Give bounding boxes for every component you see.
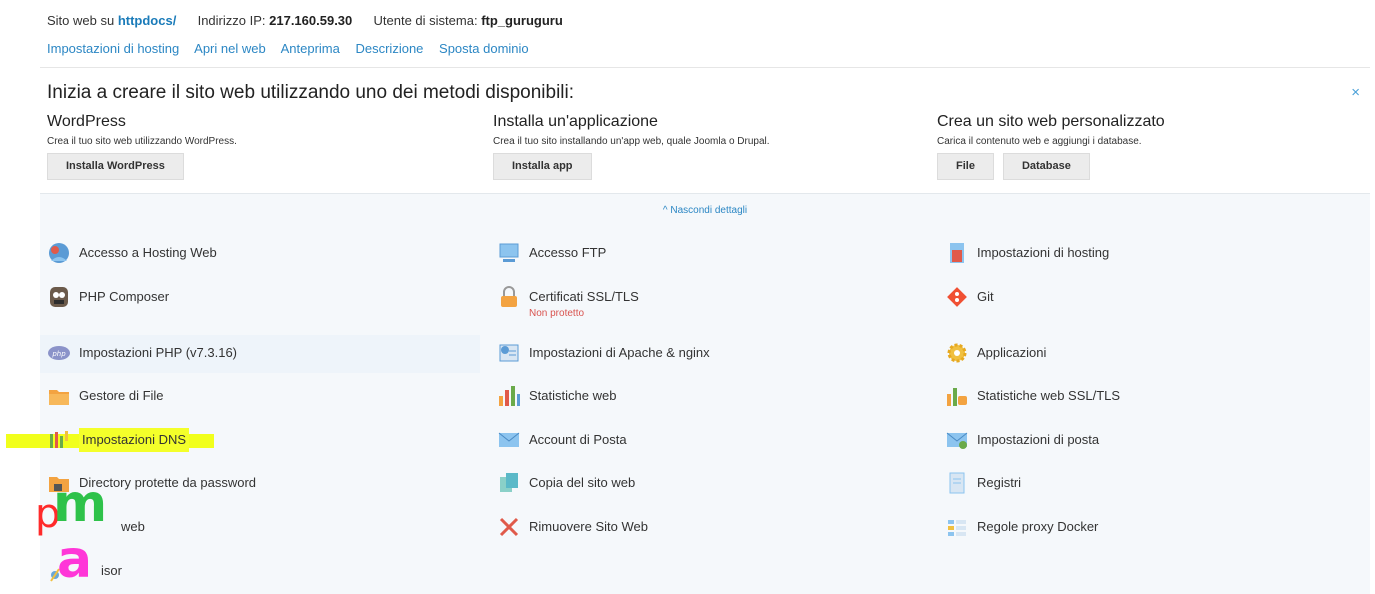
tool-hosting-access[interactable]: Accesso a Hosting Web bbox=[47, 241, 217, 275]
tool-web-stats[interactable]: Statistiche web bbox=[497, 384, 616, 418]
copy-site-icon bbox=[497, 471, 521, 495]
tool-label: Account di Posta bbox=[529, 432, 627, 447]
link-description[interactable]: Descrizione bbox=[355, 41, 423, 56]
tool-label-text: Certificati SSL/TLS bbox=[529, 289, 639, 304]
site-info-bar: Sito web su httpdocs/ Indirizzo IP: 217.… bbox=[47, 13, 563, 28]
tool-label: Statistiche web bbox=[529, 388, 617, 403]
tool-label: Statistiche web SSL/TLS bbox=[977, 388, 1121, 403]
tool-file-manager[interactable]: Gestore di File bbox=[47, 384, 164, 418]
logs-icon bbox=[945, 471, 969, 495]
folder-icon bbox=[47, 384, 71, 408]
dns-icon bbox=[47, 428, 71, 452]
tool-label: Impostazioni PHP (v7.3.16) bbox=[79, 345, 237, 360]
tool-applications[interactable]: Applicazioni bbox=[945, 341, 1046, 375]
tool-label: Accesso a Hosting Web bbox=[79, 245, 217, 260]
method-desc: Crea il tuo sito web utilizzando WordPre… bbox=[47, 136, 237, 147]
tool-php-settings[interactable]: php Impostazioni PHP (v7.3.16) bbox=[40, 335, 480, 373]
tool-mail-accounts[interactable]: Account di Posta bbox=[497, 428, 627, 462]
ip-label: Indirizzo IP: bbox=[197, 13, 266, 28]
tool-label: Certificati SSL/TLS Non protetto bbox=[529, 285, 639, 319]
ftp-icon bbox=[497, 241, 521, 265]
link-hosting-settings[interactable]: Impostazioni di hosting bbox=[47, 41, 179, 56]
ip-value: 217.160.59.30 bbox=[269, 13, 353, 28]
tool-ssl-web-stats[interactable]: Statistiche web SSL/TLS bbox=[945, 384, 1120, 418]
lock-icon bbox=[497, 285, 521, 309]
site-path-link[interactable]: httpdocs/ bbox=[118, 13, 177, 28]
tool-label: PHP Composer bbox=[79, 289, 170, 304]
tool-docker-proxy[interactable]: Regole proxy Docker bbox=[945, 515, 1098, 549]
site-actions: Impostazioni di hosting Apri nel web Ant… bbox=[47, 41, 541, 56]
method-wordpress: WordPress Crea il tuo sito web utilizzan… bbox=[47, 113, 237, 180]
phpmyadmin-logo: p m a bbox=[35, 487, 107, 587]
method-title: Crea un sito web personalizzato bbox=[937, 113, 1165, 130]
tool-label: Applicazioni bbox=[977, 345, 1047, 360]
tools-panel: Inizia a creare il sito web utilizzando … bbox=[40, 68, 1370, 594]
link-move-domain[interactable]: Sposta dominio bbox=[439, 41, 529, 56]
getting-started-block: Inizia a creare il sito web utilizzando … bbox=[40, 68, 1370, 194]
tool-ftp-access[interactable]: Accesso FTP bbox=[497, 241, 606, 275]
tool-git[interactable]: Git bbox=[945, 285, 994, 319]
database-button[interactable]: Database bbox=[1002, 153, 1090, 180]
tool-label: Rimuovere Sito Web bbox=[529, 519, 648, 534]
tool-label: Impostazioni di posta bbox=[977, 432, 1100, 447]
php-icon: php bbox=[47, 341, 71, 365]
server-settings-icon bbox=[497, 341, 521, 365]
tool-dns-settings[interactable]: Impostazioni DNS bbox=[47, 428, 190, 462]
tool-label: Copia del sito web bbox=[529, 475, 636, 490]
tool-ssl-certificates[interactable]: Certificati SSL/TLS Non protetto bbox=[497, 285, 639, 325]
tool-label: web bbox=[121, 519, 145, 534]
tool-label: Impostazioni DNS bbox=[79, 428, 190, 452]
method-title: WordPress bbox=[47, 113, 126, 130]
close-icon[interactable]: × bbox=[1351, 84, 1360, 101]
bar-chart-icon bbox=[497, 384, 521, 408]
method-desc: Crea il tuo sito installando un'app web,… bbox=[493, 136, 770, 147]
svg-text:php: php bbox=[51, 350, 66, 358]
tool-label: Git bbox=[977, 289, 994, 304]
install-wordpress-button[interactable]: Installa WordPress bbox=[47, 153, 184, 180]
git-icon bbox=[945, 285, 969, 309]
docker-proxy-icon bbox=[945, 515, 969, 539]
install-app-button[interactable]: Installa app bbox=[493, 153, 592, 180]
hosting-settings-icon bbox=[945, 241, 969, 265]
link-open-web[interactable]: Apri nel web bbox=[194, 41, 266, 56]
method-title: Installa un'applicazione bbox=[493, 113, 658, 130]
file-button[interactable]: File bbox=[937, 153, 994, 180]
tool-mail-settings[interactable]: Impostazioni di posta bbox=[945, 428, 1099, 462]
tool-label: Regole proxy Docker bbox=[977, 519, 1099, 534]
tool-logs[interactable]: Registri bbox=[945, 471, 1021, 505]
tool-remove-site[interactable]: Rimuovere Sito Web bbox=[497, 515, 648, 549]
ssl-stats-icon bbox=[945, 384, 969, 408]
composer-icon bbox=[47, 285, 71, 309]
tool-hosting-settings[interactable]: Impostazioni di hosting bbox=[945, 241, 1109, 275]
tool-label: Accesso FTP bbox=[529, 245, 607, 260]
hide-details-toggle[interactable]: ^ Nascondi dettagli bbox=[40, 205, 1370, 216]
tool-apache-nginx[interactable]: Impostazioni di Apache & nginx bbox=[497, 341, 710, 375]
svg-text:m: m bbox=[53, 487, 107, 534]
svg-text:a: a bbox=[57, 530, 92, 587]
tool-label: Impostazioni di hosting bbox=[977, 245, 1110, 260]
tool-label: Registri bbox=[977, 475, 1022, 490]
method-app: Installa un'applicazione Crea il tuo sit… bbox=[493, 113, 770, 180]
user-value: ftp_guruguru bbox=[481, 13, 563, 28]
getting-started-heading: Inizia a creare il sito web utilizzando … bbox=[47, 82, 575, 103]
site-label: Sito web su bbox=[47, 13, 115, 28]
method-desc: Carica il contenuto web e aggiungi i dat… bbox=[937, 136, 1142, 147]
ssl-status: Non protetto bbox=[529, 308, 585, 319]
user-label: Utente di sistema: bbox=[373, 13, 478, 28]
link-preview[interactable]: Anteprima bbox=[281, 41, 340, 56]
globe-user-icon bbox=[47, 241, 71, 265]
tool-label: Gestore di File bbox=[79, 388, 164, 403]
mail-icon bbox=[497, 428, 521, 452]
method-custom: Crea un sito web personalizzato Carica i… bbox=[937, 113, 1165, 180]
remove-x-icon bbox=[497, 515, 521, 539]
tool-php-composer[interactable]: PHP Composer bbox=[47, 285, 169, 319]
tool-copy-site[interactable]: Copia del sito web bbox=[497, 471, 635, 505]
mail-settings-icon bbox=[945, 428, 969, 452]
tool-label: Impostazioni di Apache & nginx bbox=[529, 345, 710, 360]
gear-apps-icon bbox=[945, 341, 969, 365]
